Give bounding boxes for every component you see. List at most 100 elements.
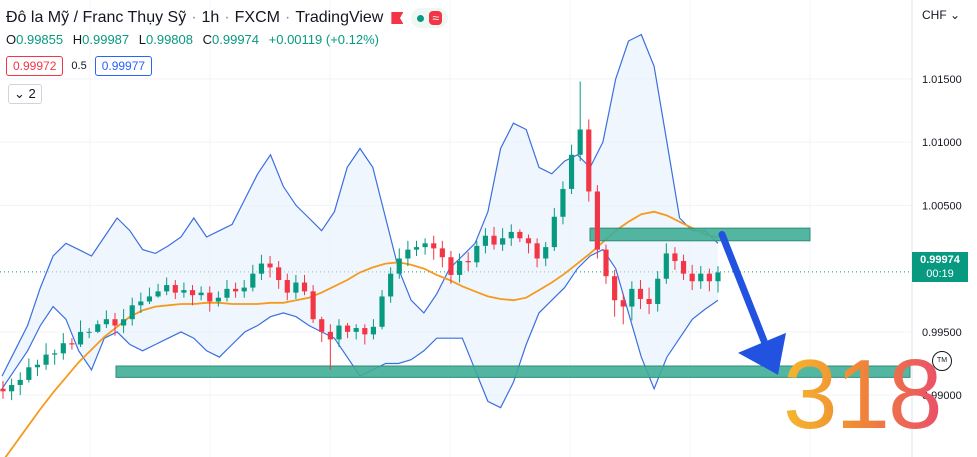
buy-button[interactable]: 0.99977 <box>94 56 153 76</box>
bollinger-bands <box>1 33 719 409</box>
candle <box>431 235 437 260</box>
change-value: +0.00119 (+0.12%) <box>268 32 379 47</box>
candle-body <box>388 273 394 297</box>
chart-header[interactable]: Đô la Mỹ / Franc Thụy Sỹ · 1h · FXCM · T… <box>6 8 448 28</box>
candle-body <box>706 273 712 282</box>
candle-body <box>560 188 566 217</box>
candle-body <box>637 288 644 299</box>
candle-body <box>95 324 101 332</box>
separator: · <box>224 9 230 26</box>
candle-body <box>310 291 316 320</box>
close-value: 0.99974 <box>212 32 260 47</box>
source-label: TradingView <box>295 9 384 26</box>
candle-body <box>465 261 471 263</box>
candle-body <box>327 331 333 340</box>
candle-body <box>517 231 523 239</box>
high-value: 0.99987 <box>82 32 130 47</box>
candle-body <box>129 305 135 320</box>
candle-body <box>525 238 532 244</box>
spread-value: 0.5 <box>71 60 87 72</box>
candle <box>17 372 23 396</box>
arrow-shaft <box>718 230 768 345</box>
candle-body <box>207 292 213 302</box>
candle-body <box>672 253 678 262</box>
candle-body <box>336 325 342 340</box>
candle <box>405 240 411 267</box>
indicator-count: 2 <box>28 86 36 101</box>
candle-body <box>439 248 445 258</box>
candle-body <box>370 326 377 335</box>
indicators-toggle-button[interactable]: ⌄ 2 <box>8 84 42 104</box>
candle-body <box>301 282 308 292</box>
y-tick-label: 1.01000 <box>922 137 962 149</box>
candle-body <box>138 301 144 306</box>
candle-body <box>534 243 540 259</box>
candle-body <box>267 263 273 268</box>
candle-body <box>344 325 351 332</box>
high-label: H <box>72 32 83 47</box>
candle-body <box>698 273 704 282</box>
candle <box>43 343 49 370</box>
candle-body <box>34 364 41 368</box>
symbol-name[interactable]: Đô la Mỹ / Franc Thụy Sỹ <box>6 9 186 27</box>
low-label: L <box>138 32 146 47</box>
flag-icon[interactable] <box>391 12 404 24</box>
candle-body <box>250 273 256 288</box>
candle <box>413 240 420 256</box>
chevron-down-icon: ⌄ <box>14 86 25 101</box>
bar-countdown: 00:19 <box>926 268 954 280</box>
separator: · <box>191 9 197 26</box>
last-price-value: 0.99974 <box>920 254 960 266</box>
y-tick-label: 1.01500 <box>922 74 962 86</box>
candle-body <box>112 319 118 326</box>
sell-button[interactable]: 0.99972 <box>6 56 64 76</box>
candle-body <box>353 328 359 332</box>
candle-body <box>689 273 695 282</box>
candle-body <box>663 253 669 279</box>
candle <box>26 358 32 383</box>
candle-body <box>319 319 325 332</box>
resistance-zone <box>589 227 811 242</box>
candle-body <box>155 291 161 297</box>
candle-body <box>491 235 497 245</box>
candle-body <box>680 261 687 274</box>
interval-label[interactable]: 1h <box>202 9 220 27</box>
watermark-number: 318 <box>783 339 943 449</box>
quote-panel: 0.99972 0.5 0.99977 <box>6 56 153 76</box>
chevron-down-icon: ⌄ <box>950 8 961 22</box>
candle-body <box>86 331 92 333</box>
candle-body <box>198 292 204 296</box>
candle <box>52 349 58 365</box>
candle-body <box>620 300 626 307</box>
candle-body <box>594 191 600 250</box>
candle-body <box>121 319 127 326</box>
candle-body <box>103 319 109 325</box>
currency-selector[interactable]: CHF ⌄ <box>922 8 960 22</box>
candle-body <box>396 258 402 274</box>
candle-body <box>551 216 557 248</box>
candle-body <box>456 261 463 275</box>
candle-body <box>715 272 721 282</box>
market-status-pill[interactable]: ≈ <box>411 8 448 28</box>
candle-body <box>52 353 58 355</box>
candle-body <box>577 129 583 155</box>
candle-body <box>431 243 437 249</box>
candle-body <box>405 249 411 259</box>
candle <box>612 269 618 317</box>
candle-body <box>655 278 661 305</box>
candle <box>9 378 15 401</box>
candle-body <box>43 354 49 365</box>
candle-body <box>17 379 23 385</box>
candle-body <box>293 282 299 293</box>
candle-body <box>482 235 488 246</box>
candle-body <box>215 297 221 302</box>
candle-body <box>164 285 170 292</box>
candle-body <box>276 267 282 280</box>
y-tick-label: 1.00500 <box>922 200 962 212</box>
candle-body <box>69 343 75 345</box>
separator: · <box>284 9 291 26</box>
candle-body <box>543 247 549 259</box>
candle <box>586 119 592 202</box>
open-value: 0.99855 <box>16 32 64 47</box>
candle-body <box>77 331 84 345</box>
